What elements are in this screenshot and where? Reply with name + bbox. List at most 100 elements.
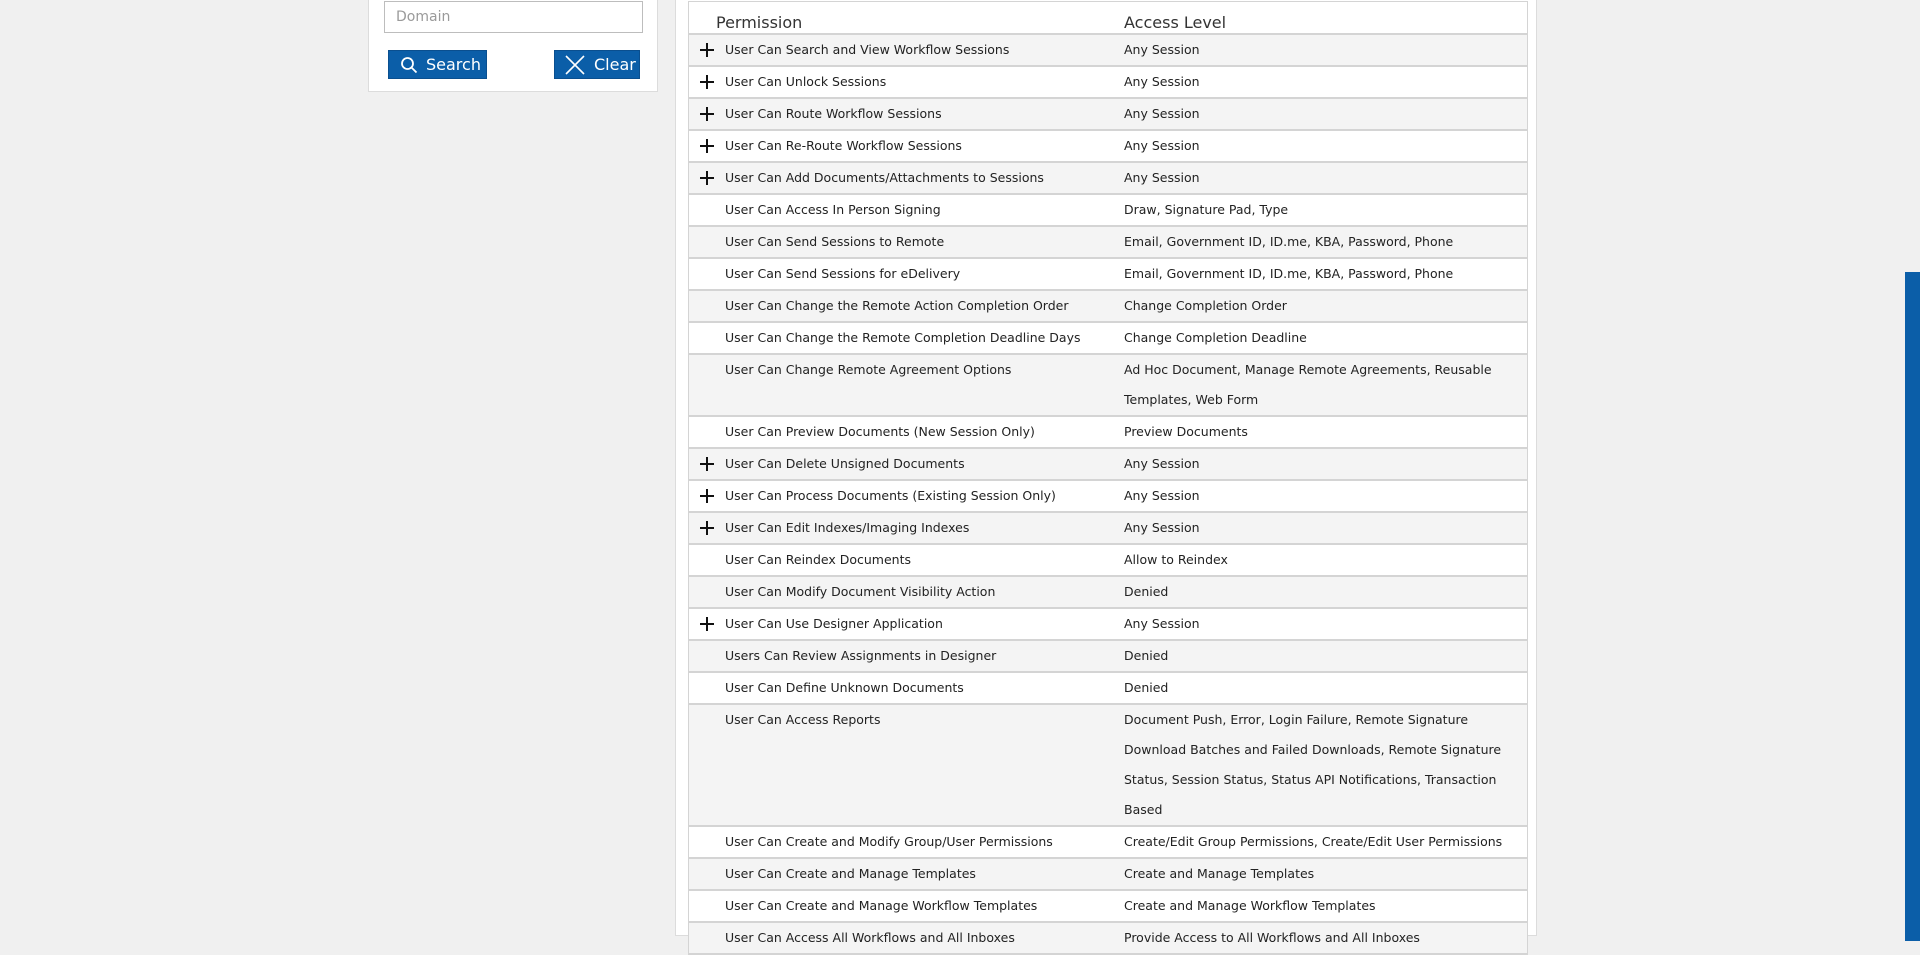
access-level-cell: Create/Edit Group Permissions, Create/Ed… xyxy=(1124,834,1503,849)
access-level-cell: Create and Manage Templates xyxy=(1124,866,1315,881)
header-access-level: Access Level xyxy=(1124,13,1227,32)
row-spacer xyxy=(689,705,725,735)
table-row[interactable]: User Can Delete Unsigned Documents Any Se… xyxy=(689,449,1527,481)
access-level-cell: Email, Government ID, ID.me, KBA, Passwo… xyxy=(1124,266,1454,281)
permission-cell: User Can Change the Remote Completion De… xyxy=(725,330,1081,345)
expand-row-button[interactable] xyxy=(689,513,725,543)
expand-row-button[interactable] xyxy=(689,35,725,65)
table-row: User Can Access In Person Signing Draw, S… xyxy=(689,195,1527,227)
plus-icon xyxy=(700,75,714,89)
row-spacer xyxy=(689,891,725,921)
row-spacer xyxy=(689,259,725,289)
domain-input[interactable] xyxy=(384,1,643,33)
row-spacer xyxy=(689,923,725,953)
row-spacer xyxy=(689,227,725,257)
permission-cell: User Can Preview Documents (New Session … xyxy=(725,424,1035,439)
plus-icon xyxy=(700,521,714,535)
table-row[interactable]: User Can Search and View Workflow Sessio… xyxy=(689,35,1527,67)
plus-icon xyxy=(700,457,714,471)
access-level-cell: Any Session xyxy=(1124,520,1200,535)
table-row: User Can Change the Remote Completion De… xyxy=(689,323,1527,355)
table-row: User Can Modify Document Visibility Acti… xyxy=(689,577,1527,609)
row-spacer xyxy=(689,417,725,447)
access-level-cell: Ad Hoc Document, Manage Remote Agreement… xyxy=(1124,362,1492,407)
expand-row-button[interactable] xyxy=(689,99,725,129)
access-level-cell: Provide Access to All Workflows and All … xyxy=(1124,930,1420,945)
table-row[interactable]: User Can Re-Route Workflow Sessions Any S… xyxy=(689,131,1527,163)
table-row: User Can Access Reports Document Push, Er… xyxy=(689,705,1527,827)
row-spacer xyxy=(689,641,725,671)
permission-cell: User Can Modify Document Visibility Acti… xyxy=(725,584,996,599)
permission-cell: User Can Access Reports xyxy=(725,712,881,727)
expand-row-button[interactable] xyxy=(689,67,725,97)
table-row[interactable]: User Can Route Workflow Sessions Any Sess… xyxy=(689,99,1527,131)
permissions-panel: Permission Access Level User Can Search … xyxy=(675,0,1537,955)
permissions-table: Permission Access Level User Can Search … xyxy=(688,1,1528,955)
access-level-cell: Any Session xyxy=(1124,138,1200,153)
access-level-cell: Any Session xyxy=(1124,488,1200,503)
header-permission: Permission xyxy=(716,13,803,32)
expand-row-button[interactable] xyxy=(689,131,725,161)
row-spacer xyxy=(689,195,725,225)
expand-row-button[interactable] xyxy=(689,163,725,193)
plus-icon xyxy=(700,139,714,153)
permission-cell: User Can Create and Manage Workflow Temp… xyxy=(725,898,1038,913)
permission-cell: User Can Access All Workflows and All In… xyxy=(725,930,1015,945)
table-row: Users Can Review Assignments in Designer… xyxy=(689,641,1527,673)
permission-cell: User Can Delete Unsigned Documents xyxy=(725,456,965,471)
access-level-cell: Any Session xyxy=(1124,42,1200,57)
permission-cell: User Can Add Documents/Attachments to Se… xyxy=(725,170,1044,185)
expand-row-button[interactable] xyxy=(689,609,725,639)
permission-cell: User Can Re-Route Workflow Sessions xyxy=(725,138,962,153)
clear-button[interactable]: Clear xyxy=(554,50,640,79)
row-spacer xyxy=(689,545,725,575)
search-panel: Search Clear xyxy=(368,0,658,92)
search-button[interactable]: Search xyxy=(388,50,487,79)
search-icon xyxy=(400,56,418,74)
access-level-cell: Document Push, Error, Login Failure, Rem… xyxy=(1124,712,1502,817)
permission-cell: User Can Create and Manage Templates xyxy=(725,866,976,881)
permission-cell: User Can Send Sessions to Remote xyxy=(725,234,945,249)
plus-icon xyxy=(700,107,714,121)
scrollbar-accent[interactable] xyxy=(1905,272,1920,941)
row-spacer xyxy=(689,859,725,889)
permission-cell: User Can Create and Modify Group/User Pe… xyxy=(725,834,1053,849)
plus-icon xyxy=(700,489,714,503)
access-level-cell: Email, Government ID, ID.me, KBA, Passwo… xyxy=(1124,234,1454,249)
permission-cell: User Can Send Sessions for eDelivery xyxy=(725,266,961,281)
row-spacer xyxy=(689,323,725,353)
table-row[interactable]: User Can Add Documents/Attachments to Se… xyxy=(689,163,1527,195)
table-header: Permission Access Level xyxy=(689,2,1527,35)
access-level-cell: Any Session xyxy=(1124,170,1200,185)
access-level-cell: Allow to Reindex xyxy=(1124,552,1228,567)
permission-cell: User Can Route Workflow Sessions xyxy=(725,106,942,121)
access-level-cell: Any Session xyxy=(1124,106,1200,121)
table-row[interactable]: User Can Use Designer Application Any Ses… xyxy=(689,609,1527,641)
plus-icon xyxy=(700,43,714,57)
table-row: User Can Send Sessions for eDelivery Emai… xyxy=(689,259,1527,291)
permission-cell: User Can Unlock Sessions xyxy=(725,74,887,89)
permission-cell: User Can Define Unknown Documents xyxy=(725,680,964,695)
clear-button-label: Clear xyxy=(594,55,636,74)
expand-row-button[interactable] xyxy=(689,449,725,479)
table-row[interactable]: User Can Process Documents (Existing Ses… xyxy=(689,481,1527,513)
access-level-cell: Any Session xyxy=(1124,456,1200,471)
access-level-cell: Denied xyxy=(1124,584,1169,599)
access-level-cell: Denied xyxy=(1124,680,1169,695)
table-row: User Can Create and Modify Group/User Pe… xyxy=(689,827,1527,859)
access-level-cell: Preview Documents xyxy=(1124,424,1248,439)
row-spacer xyxy=(689,827,725,857)
expand-row-button[interactable] xyxy=(689,481,725,511)
close-icon xyxy=(564,54,586,76)
table-row: User Can Create and Manage Templates Crea… xyxy=(689,859,1527,891)
table-row: User Can Send Sessions to Remote Email, G… xyxy=(689,227,1527,259)
plus-icon xyxy=(700,617,714,631)
search-button-label: Search xyxy=(426,55,481,74)
permission-cell: User Can Access In Person Signing xyxy=(725,202,941,217)
table-row: User Can Reindex Documents Allow to Reind… xyxy=(689,545,1527,577)
table-row: User Can Preview Documents (New Session … xyxy=(689,417,1527,449)
table-row: User Can Define Unknown Documents Denied xyxy=(689,673,1527,705)
table-row[interactable]: User Can Unlock Sessions Any Session xyxy=(689,67,1527,99)
table-row[interactable]: User Can Edit Indexes/Imaging Indexes Any… xyxy=(689,513,1527,545)
access-level-cell: Change Completion Order xyxy=(1124,298,1287,313)
